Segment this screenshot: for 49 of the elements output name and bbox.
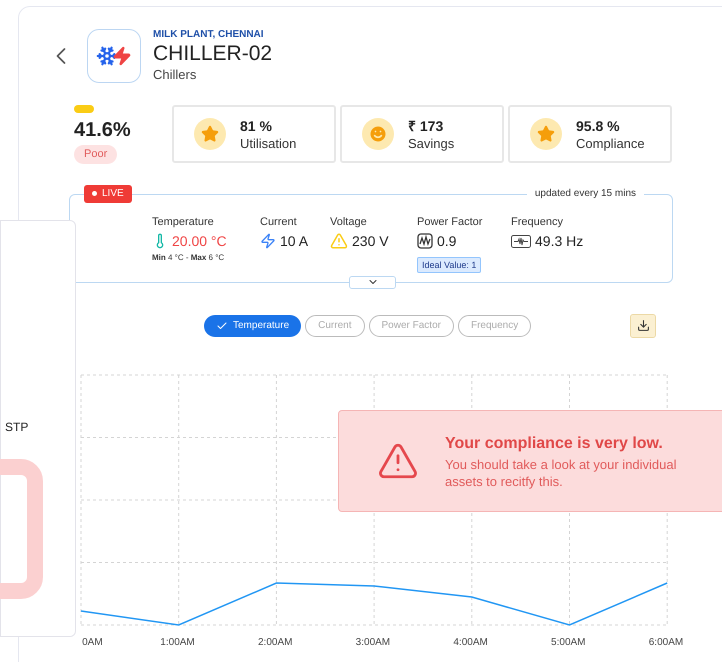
download-button[interactable] [630,314,656,338]
wave-box-icon [417,233,433,249]
stat-value: 81 % [240,116,273,134]
time-label: 2:00AM [258,636,292,648]
metric-value: 49.3 Hz [535,232,584,250]
stat-value: 95.8 % [576,116,621,134]
time-label: 1:00AM [160,636,195,648]
score-indicator [74,105,94,113]
check-icon [216,320,228,332]
chiller-icon [87,29,141,83]
chart-tab[interactable]: Frequency [458,314,532,336]
time-label: 6:00AM [648,636,684,648]
stat-label: Savings [408,134,454,152]
stat-label: Utilisation [240,134,296,152]
time-label: 3:00AM [356,636,390,648]
metric-value: 230 V [352,232,389,250]
smiley-icon [362,118,394,150]
live-badge: LIVE [84,184,132,202]
chart-tab[interactable]: Temperature [204,314,302,336]
update-note: updated every 15 mins [526,186,644,200]
temperature-range: Min 4 °C - Max 6 °C [152,252,226,264]
stat-value: ₹ 173 [408,116,444,134]
metric-label: Voltage [330,214,368,228]
chart-tab[interactable]: Current [305,314,364,336]
time-label: 4:00AM [453,636,488,648]
lightning-icon [260,233,276,249]
asset-name: CHILLER-02 [153,41,272,67]
warning-icon [330,232,348,250]
stat-label: Compliance [576,134,645,152]
metric-label: Current [260,214,298,228]
metric-label: Frequency [511,214,564,228]
metric-label: Temperature [152,214,215,228]
panel-label: STP [5,419,28,436]
asset-category: Chillers [153,67,198,83]
metric-value: 20.00 °C [172,232,227,250]
metric-value: 0.9 [437,232,456,250]
time-label: 5:00AM [551,636,586,648]
alert-title: Your compliance is very low. [445,434,664,454]
score-value: 41.6% [74,118,131,142]
metric-value: 10 A [280,232,308,250]
asset-location: MILK PLANT, CHENNAI [153,29,265,41]
ideal-value-tag: Ideal Value: 1 [417,256,482,272]
rating-badge: Poor [74,145,118,164]
time-label: 0AM [82,636,103,648]
metric-label: Power Factor [417,214,484,228]
download-icon [636,319,650,332]
chart-tab[interactable]: Power Factor [368,314,454,336]
alert-message: You should take a look at your individual assets to recitfy this. [445,456,678,490]
signal-box-icon [511,234,531,248]
